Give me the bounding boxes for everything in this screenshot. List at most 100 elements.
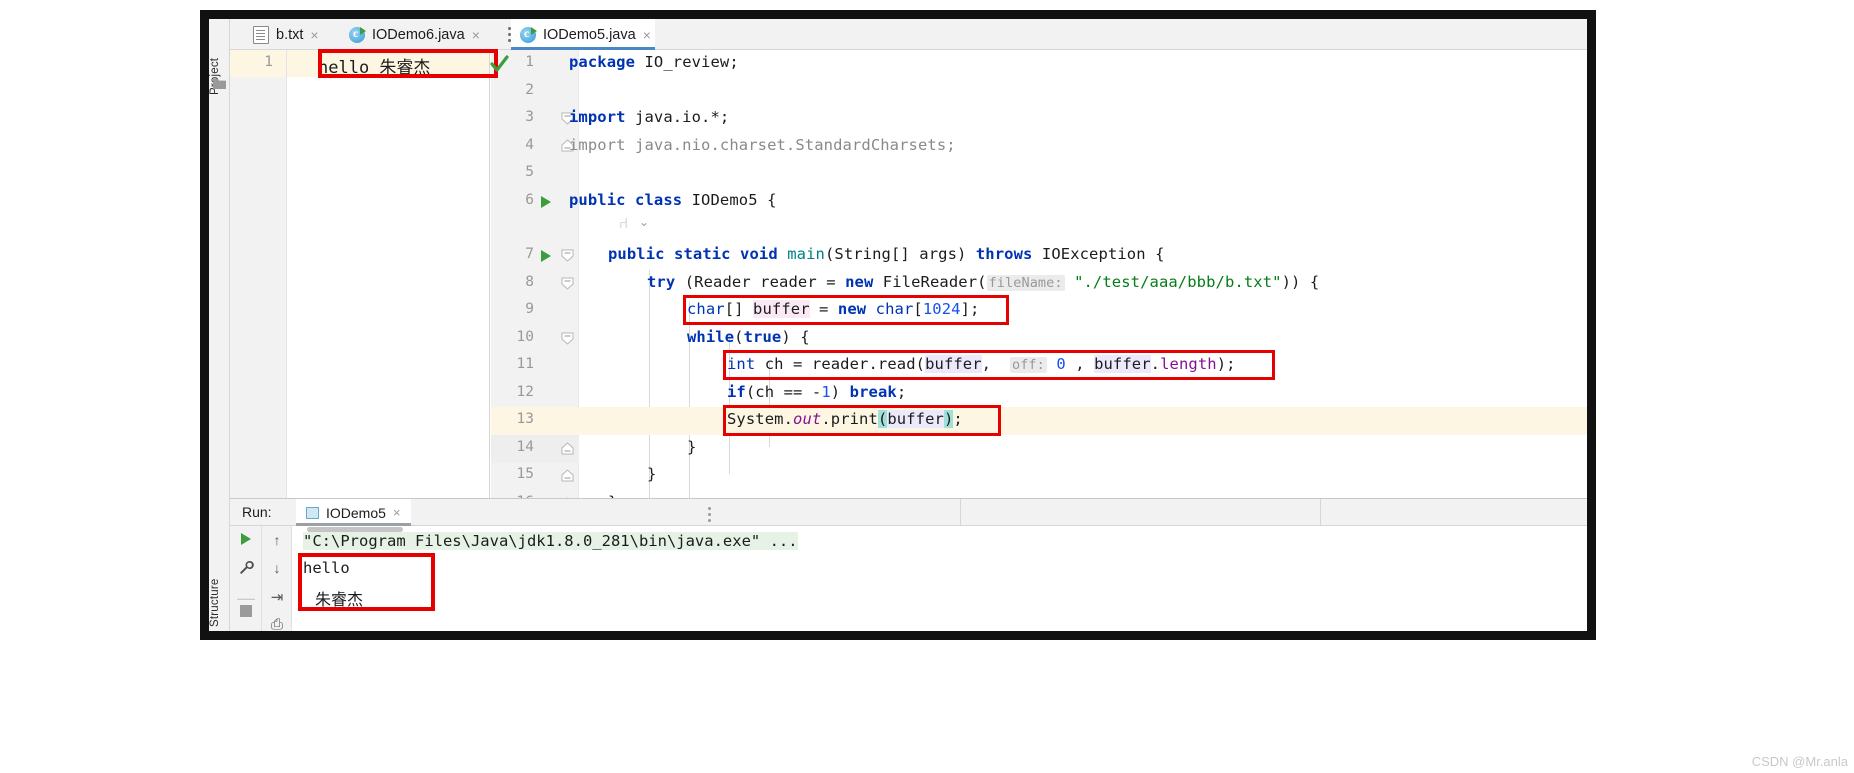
rerun-icon[interactable] bbox=[230, 532, 262, 549]
code-text: } bbox=[687, 437, 697, 456]
print-icon[interactable]: ⎙ bbox=[262, 616, 292, 633]
code-line[interactable]: 3 import java.io.*; bbox=[491, 105, 1587, 133]
btxt-gutter: 1 bbox=[230, 50, 287, 498]
text-file-icon bbox=[253, 25, 269, 44]
btxt-content-box bbox=[318, 49, 498, 78]
code-text: if(ch == -1) break; bbox=[727, 382, 907, 401]
console-output[interactable]: "C:\Program Files\Java\jdk1.8.0_281\bin\… bbox=[293, 526, 1587, 631]
code-line[interactable]: 6 public class IODemo5 { bbox=[491, 188, 1587, 216]
line-number: 9 bbox=[525, 301, 534, 317]
fold-icon[interactable] bbox=[561, 277, 574, 290]
code-text: import java.io.*; bbox=[569, 108, 730, 126]
code-text: import java.nio.charset.StandardCharsets… bbox=[569, 135, 956, 154]
inspection-ok-icon[interactable] bbox=[489, 53, 509, 75]
console-icon bbox=[306, 506, 319, 519]
fold-icon[interactable] bbox=[561, 332, 574, 345]
java-class-icon bbox=[349, 26, 366, 43]
scroll-down-icon[interactable]: ↓ bbox=[262, 560, 292, 576]
code-text: } bbox=[647, 465, 657, 483]
line-number: 12 bbox=[516, 383, 534, 400]
soft-wrap-icon[interactable]: ⇥ bbox=[262, 588, 292, 606]
run-toolbar-primary: — bbox=[230, 526, 262, 631]
chevron-down-icon[interactable]: ⌄ bbox=[639, 215, 649, 229]
line-number: 5 bbox=[525, 164, 534, 180]
code-line[interactable]: 8 try (Reader reader = new FileReader(fi… bbox=[491, 270, 1587, 298]
tab-label: IODemo5.java bbox=[543, 26, 636, 43]
line-number: 6 bbox=[525, 191, 534, 208]
fold-icon[interactable] bbox=[561, 249, 574, 262]
header-divider bbox=[1320, 499, 1321, 526]
annotation-icon[interactable]: ⑁ bbox=[619, 215, 628, 232]
line-number: 4 bbox=[525, 136, 534, 153]
scroll-up-icon[interactable]: ↑ bbox=[262, 532, 292, 548]
tab-label: IODemo6.java bbox=[372, 26, 465, 43]
java-class-icon bbox=[520, 26, 537, 43]
code-line[interactable]: 14 } bbox=[491, 435, 1587, 463]
run-header: Run: IODemo5 × bbox=[230, 499, 1587, 526]
line-number: 15 bbox=[516, 466, 534, 482]
line-number: 10 bbox=[516, 328, 534, 345]
annotation-row: ⑁ ⌄ bbox=[491, 213, 1587, 241]
close-icon[interactable]: × bbox=[643, 28, 651, 42]
run-class-icon[interactable] bbox=[541, 195, 551, 208]
code-text: try (Reader reader = new FileReader(file… bbox=[647, 272, 1320, 291]
code-line[interactable]: 12 if(ch == -1) break; bbox=[491, 380, 1587, 408]
run-tab-iodemo5[interactable]: IODemo5 × bbox=[296, 499, 411, 526]
code-line[interactable]: 7 public static void main(String[] args)… bbox=[491, 242, 1587, 270]
console-scroll-thumb[interactable] bbox=[307, 527, 403, 532]
header-divider bbox=[960, 499, 961, 526]
line-number: 1 bbox=[264, 54, 273, 70]
line-number: 14 bbox=[516, 438, 534, 455]
line-number: 2 bbox=[525, 81, 534, 98]
code-line[interactable]: 9 char[] buffer = new char[1024]; bbox=[491, 297, 1587, 325]
code-text: System.out.print(buffer); bbox=[727, 410, 963, 428]
editor-tab-iodemo5[interactable]: IODemo5.java × bbox=[511, 19, 655, 50]
code-text: package IO_review; bbox=[569, 53, 739, 71]
code-line[interactable]: 16 } bbox=[491, 490, 1587, 498]
line-number: 3 bbox=[525, 109, 534, 125]
code-line[interactable]: 4 import java.nio.charset.StandardCharse… bbox=[491, 133, 1587, 161]
line-number: 11 bbox=[516, 356, 534, 372]
editor-tab-iodemo6[interactable]: IODemo6.java × bbox=[340, 19, 497, 50]
code-text: public static void main(String[] args) t… bbox=[608, 245, 1165, 263]
fold-icon[interactable] bbox=[561, 441, 574, 455]
drag-handle-icon[interactable] bbox=[708, 507, 711, 525]
editor-tab-b-txt[interactable]: b.txt × bbox=[244, 19, 340, 50]
editor-pane-b-txt[interactable]: 1 hello 朱睿杰 bbox=[230, 49, 509, 498]
code-line[interactable]: 5 bbox=[491, 160, 1587, 188]
console-output-box bbox=[298, 553, 435, 611]
code-line[interactable]: 1 package IO_review; bbox=[491, 50, 1587, 78]
run-label: Run: bbox=[242, 504, 272, 520]
tab-label: b.txt bbox=[276, 26, 304, 43]
fold-icon[interactable] bbox=[561, 469, 574, 482]
folder-icon bbox=[213, 76, 226, 89]
code-line[interactable]: 11 int ch = reader.read(buffer, off: 0 ,… bbox=[491, 352, 1587, 380]
left-tool-strip: Project Structure bbox=[209, 19, 230, 631]
editor-tab-bar: b.txt × IODemo6.java × IODemo5.java × bbox=[230, 19, 1587, 50]
close-icon[interactable]: × bbox=[310, 28, 318, 42]
watermark: CSDN @Mr.anla bbox=[1751, 754, 1848, 769]
tool-tab-structure[interactable]: Structure bbox=[209, 545, 230, 627]
code-line[interactable]: 10 while(true) { bbox=[491, 325, 1587, 353]
code-text: while(true) { bbox=[687, 327, 810, 346]
console-command-line: "C:\Program Files\Java\jdk1.8.0_281\bin\… bbox=[303, 532, 798, 550]
stop-icon[interactable] bbox=[230, 604, 262, 620]
run-tab-label: IODemo5 bbox=[326, 504, 386, 521]
code-line[interactable]: 13 System.out.print(buffer); bbox=[491, 407, 1587, 435]
line-number: 13 bbox=[516, 411, 534, 427]
code-text: int ch = reader.read(buffer, off: 0 , bu… bbox=[727, 355, 1236, 373]
code-line[interactable]: 15 } bbox=[491, 462, 1587, 490]
ide-window: Project Structure b.txt × IODemo6.java ×… bbox=[200, 10, 1596, 640]
close-icon[interactable]: × bbox=[472, 28, 480, 42]
run-toolbar-secondary: ↑ ↓ ⇥ ⎙ bbox=[262, 526, 292, 633]
code-line[interactable]: 2 bbox=[491, 78, 1587, 106]
wrench-icon[interactable] bbox=[230, 560, 262, 578]
editor-pane-iodemo5[interactable]: 1 package IO_review; 2 3 import java.io.… bbox=[491, 50, 1587, 498]
run-method-icon[interactable] bbox=[541, 250, 551, 262]
code-text: public class IODemo5 { bbox=[569, 190, 777, 209]
line-number: 8 bbox=[525, 273, 534, 290]
code-text: char[] buffer = new char[1024]; bbox=[687, 300, 980, 318]
line-number: 7 bbox=[525, 246, 534, 262]
run-tool-window: Run: IODemo5 × — ↑ ↓ ⇥ ⎙ "C:\Program Fil… bbox=[230, 498, 1587, 633]
close-icon[interactable]: × bbox=[393, 505, 401, 520]
